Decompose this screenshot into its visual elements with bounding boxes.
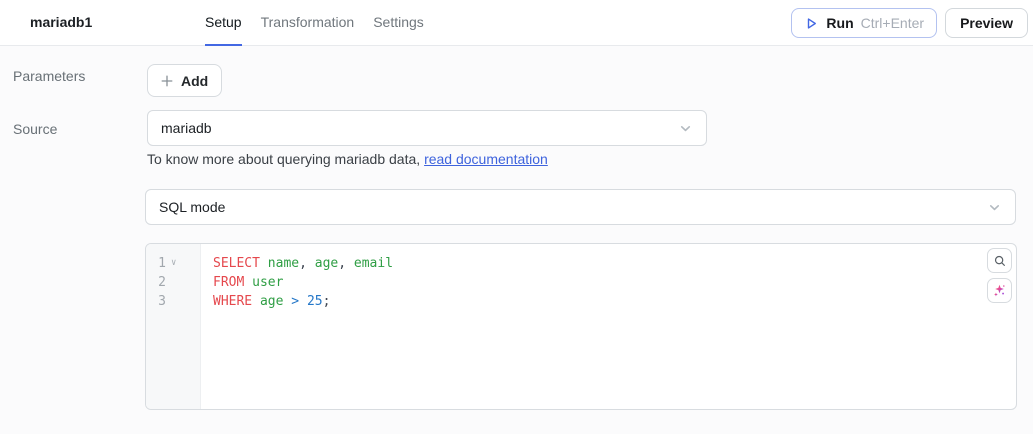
code-token: age: [260, 294, 283, 309]
header-actions: Run Ctrl+Enter Preview: [791, 8, 1028, 38]
ai-sparkle-icon: [992, 283, 1007, 298]
code-token: age: [315, 256, 338, 271]
code-token: user: [252, 275, 283, 290]
helper-text: To know more about querying mariadb data…: [147, 151, 420, 167]
code-token: [244, 275, 252, 290]
plus-icon: [161, 75, 173, 87]
code-token: FROM: [213, 275, 244, 290]
play-icon: [804, 16, 819, 31]
editor-search-button[interactable]: [987, 248, 1012, 273]
code-token: 25: [307, 294, 323, 309]
code-token: [299, 294, 307, 309]
code-token: SELECT: [213, 256, 260, 271]
line-number: 3: [152, 292, 166, 311]
code-token: ;: [323, 294, 331, 309]
code-line: FROM user: [213, 273, 1016, 292]
tab-settings[interactable]: Settings: [373, 0, 424, 46]
code-token: WHERE: [213, 294, 252, 309]
mode-select-value: SQL mode: [159, 199, 225, 215]
chevron-down-icon: [987, 200, 1002, 215]
source-label: Source: [13, 121, 57, 137]
tab-setup[interactable]: Setup: [205, 0, 242, 46]
read-documentation-link[interactable]: read documentation: [424, 151, 548, 167]
search-icon: [993, 254, 1007, 268]
code-token: [252, 294, 260, 309]
code-token: name: [268, 256, 299, 271]
code-line: WHERE age > 25;: [213, 292, 1016, 311]
run-button-label: Run: [826, 15, 853, 31]
fold-chevron-icon[interactable]: ∨: [171, 259, 176, 268]
editor-actions: [987, 248, 1012, 303]
preview-button[interactable]: Preview: [945, 8, 1028, 38]
add-parameter-button[interactable]: Add: [147, 64, 222, 97]
source-select[interactable]: mariadb: [147, 110, 707, 146]
code-token: ,: [338, 256, 354, 271]
editor-code-area[interactable]: SELECT name, age, emailFROM userWHERE ag…: [201, 244, 1016, 409]
code-token: email: [354, 256, 393, 271]
header: mariadb1 Setup Transformation Settings R…: [0, 0, 1033, 46]
source-select-value: mariadb: [161, 120, 212, 136]
editor-ai-button[interactable]: [987, 278, 1012, 303]
gutter-row: 1∨: [146, 254, 200, 273]
code-token: >: [291, 294, 299, 309]
tab-transformation[interactable]: Transformation: [261, 0, 355, 46]
gutter-row: 2: [146, 273, 200, 292]
query-title: mariadb1: [30, 0, 92, 45]
source-helper-text: To know more about querying mariadb data…: [147, 151, 548, 167]
line-number: 2: [152, 273, 166, 292]
line-number: 1: [152, 254, 166, 273]
code-line: SELECT name, age, email: [213, 254, 1016, 273]
run-button[interactable]: Run Ctrl+Enter: [791, 8, 937, 38]
add-button-label: Add: [181, 73, 208, 89]
chevron-down-icon: [678, 121, 693, 136]
gutter-row: 3: [146, 292, 200, 311]
code-token: ,: [299, 256, 315, 271]
tab-bar: Setup Transformation Settings: [205, 0, 424, 46]
code-token: [260, 256, 268, 271]
run-shortcut: Ctrl+Enter: [861, 15, 924, 31]
editor-gutter: 1∨23: [146, 244, 201, 409]
sql-editor[interactable]: 1∨23 SELECT name, age, emailFROM userWHE…: [145, 243, 1017, 410]
query-mode-select[interactable]: SQL mode: [145, 189, 1016, 225]
parameters-label: Parameters: [13, 68, 85, 84]
